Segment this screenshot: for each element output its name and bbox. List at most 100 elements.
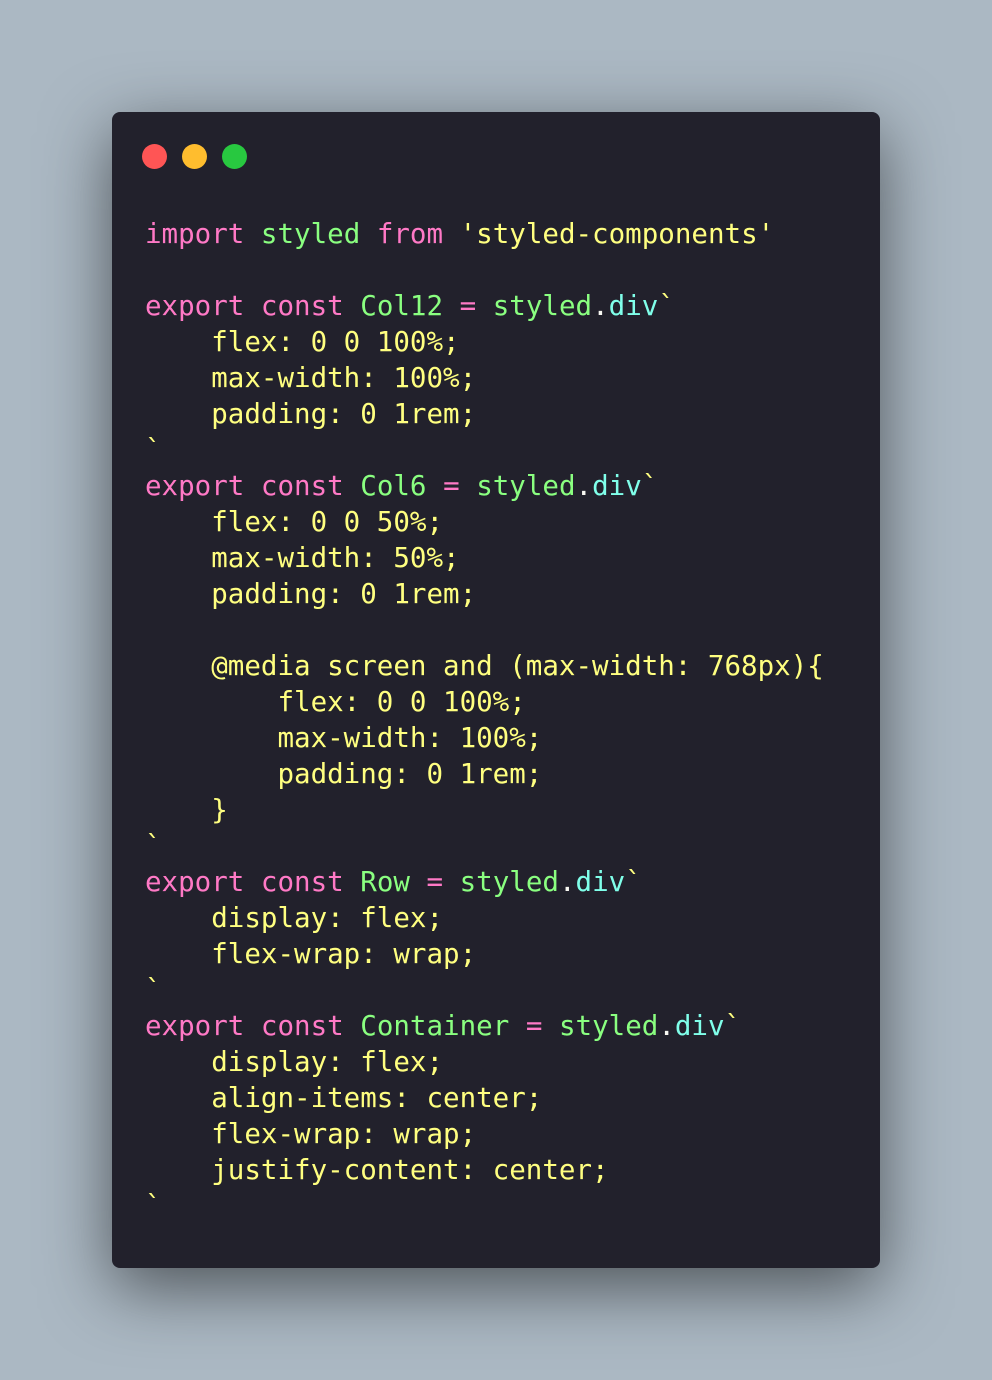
code-token: . (592, 290, 609, 322)
code-line: align-items: center; (145, 1080, 824, 1116)
code-line: display: flex; (145, 1044, 824, 1080)
code-token: div (592, 470, 642, 502)
code-token: display: flex; (145, 902, 444, 934)
code-line: import styled from 'styled-components' (145, 216, 824, 252)
code-token: import (145, 218, 245, 250)
code-token: = (525, 1010, 543, 1042)
code-line: flex-wrap: wrap; (145, 936, 824, 972)
code-token: . (575, 470, 593, 502)
code-token: . (658, 1010, 675, 1042)
code-token: padding: 0 1rem; (145, 758, 543, 790)
code-token: max-width: 50%; (145, 542, 460, 574)
code-token: div (674, 1010, 725, 1042)
code-token: align-items: center; (145, 1082, 543, 1114)
maximize-dot-icon (222, 144, 247, 169)
code-token: styled (476, 470, 576, 502)
code-token: ` (145, 1190, 162, 1222)
code-token: flex: 0 0 50%; (145, 506, 444, 538)
code-token: ` (145, 434, 162, 466)
code-token: flex: 0 0 100%; (145, 686, 526, 718)
code-window: import styled from 'styled-components' ex… (112, 112, 880, 1268)
code-token: flex: 0 0 100%; (145, 326, 460, 358)
code-token: flex-wrap: wrap; (145, 938, 477, 970)
code-token: flex-wrap: wrap; (145, 1118, 477, 1150)
code-line: @media screen and (max-width: 768px){ (145, 648, 824, 684)
code-token: Container (360, 1010, 510, 1042)
code-token: styled (260, 218, 361, 250)
code-line: export const Col6 = styled.div` (145, 468, 824, 504)
code-token: styled (558, 1010, 659, 1042)
code-line: flex: 0 0 100%; (145, 684, 824, 720)
code-token: max-width: 100%; (145, 362, 477, 394)
code-line: display: flex; (145, 900, 824, 936)
code-token: div (575, 866, 626, 898)
code-token: @media screen and (max-width: 768px){ (145, 650, 824, 682)
code-token: ` (145, 974, 162, 1006)
code-token: export (145, 866, 245, 898)
code-token: div (608, 290, 659, 322)
code-line: max-width: 50%; (145, 540, 824, 576)
code-token: } (145, 794, 228, 826)
close-dot-icon (142, 144, 167, 169)
code-line: ` (145, 1188, 824, 1224)
code-line: ` (145, 828, 824, 864)
code-line: padding: 0 1rem; (145, 756, 824, 792)
code-block: import styled from 'styled-components' ex… (145, 216, 824, 1224)
code-token: ` (145, 830, 162, 862)
code-line: flex-wrap: wrap; (145, 1116, 824, 1152)
code-token: const (260, 1010, 344, 1042)
code-token: = (459, 290, 477, 322)
code-token: export (145, 290, 245, 322)
code-token: 'styled-components' (459, 218, 775, 250)
code-token: . (558, 866, 576, 898)
code-token: styled (459, 866, 559, 898)
code-line: justify-content: center; (145, 1152, 824, 1188)
minimize-dot-icon (182, 144, 207, 169)
code-token: styled (492, 290, 593, 322)
code-token: ` (724, 1010, 742, 1042)
code-token: display: flex; (145, 1046, 444, 1078)
code-token: = (426, 866, 444, 898)
code-token: ` (641, 470, 659, 502)
code-line: padding: 0 1rem; (145, 396, 824, 432)
code-line: export const Container = styled.div` (145, 1008, 824, 1044)
code-token: const (260, 470, 344, 502)
window-controls (142, 144, 247, 169)
code-line: max-width: 100%; (145, 360, 824, 396)
code-token: ` (658, 290, 675, 322)
code-token: export (145, 470, 245, 502)
code-token: Row (360, 866, 410, 898)
code-token: from (376, 218, 444, 250)
code-token: padding: 0 1rem; (145, 578, 477, 610)
code-token: const (260, 290, 344, 322)
code-token: ` (625, 866, 642, 898)
code-token: = (443, 470, 460, 502)
code-line: export const Row = styled.div` (145, 864, 824, 900)
code-line: } (145, 792, 824, 828)
code-token: padding: 0 1rem; (145, 398, 477, 430)
code-line: ` (145, 432, 824, 468)
code-line: padding: 0 1rem; (145, 576, 824, 612)
code-line: flex: 0 0 100%; (145, 324, 824, 360)
code-token: Col6 (360, 470, 427, 502)
code-token: export (145, 1010, 245, 1042)
code-token: const (260, 866, 344, 898)
code-line: export const Col12 = styled.div` (145, 288, 824, 324)
code-token: justify-content: center; (145, 1154, 609, 1186)
